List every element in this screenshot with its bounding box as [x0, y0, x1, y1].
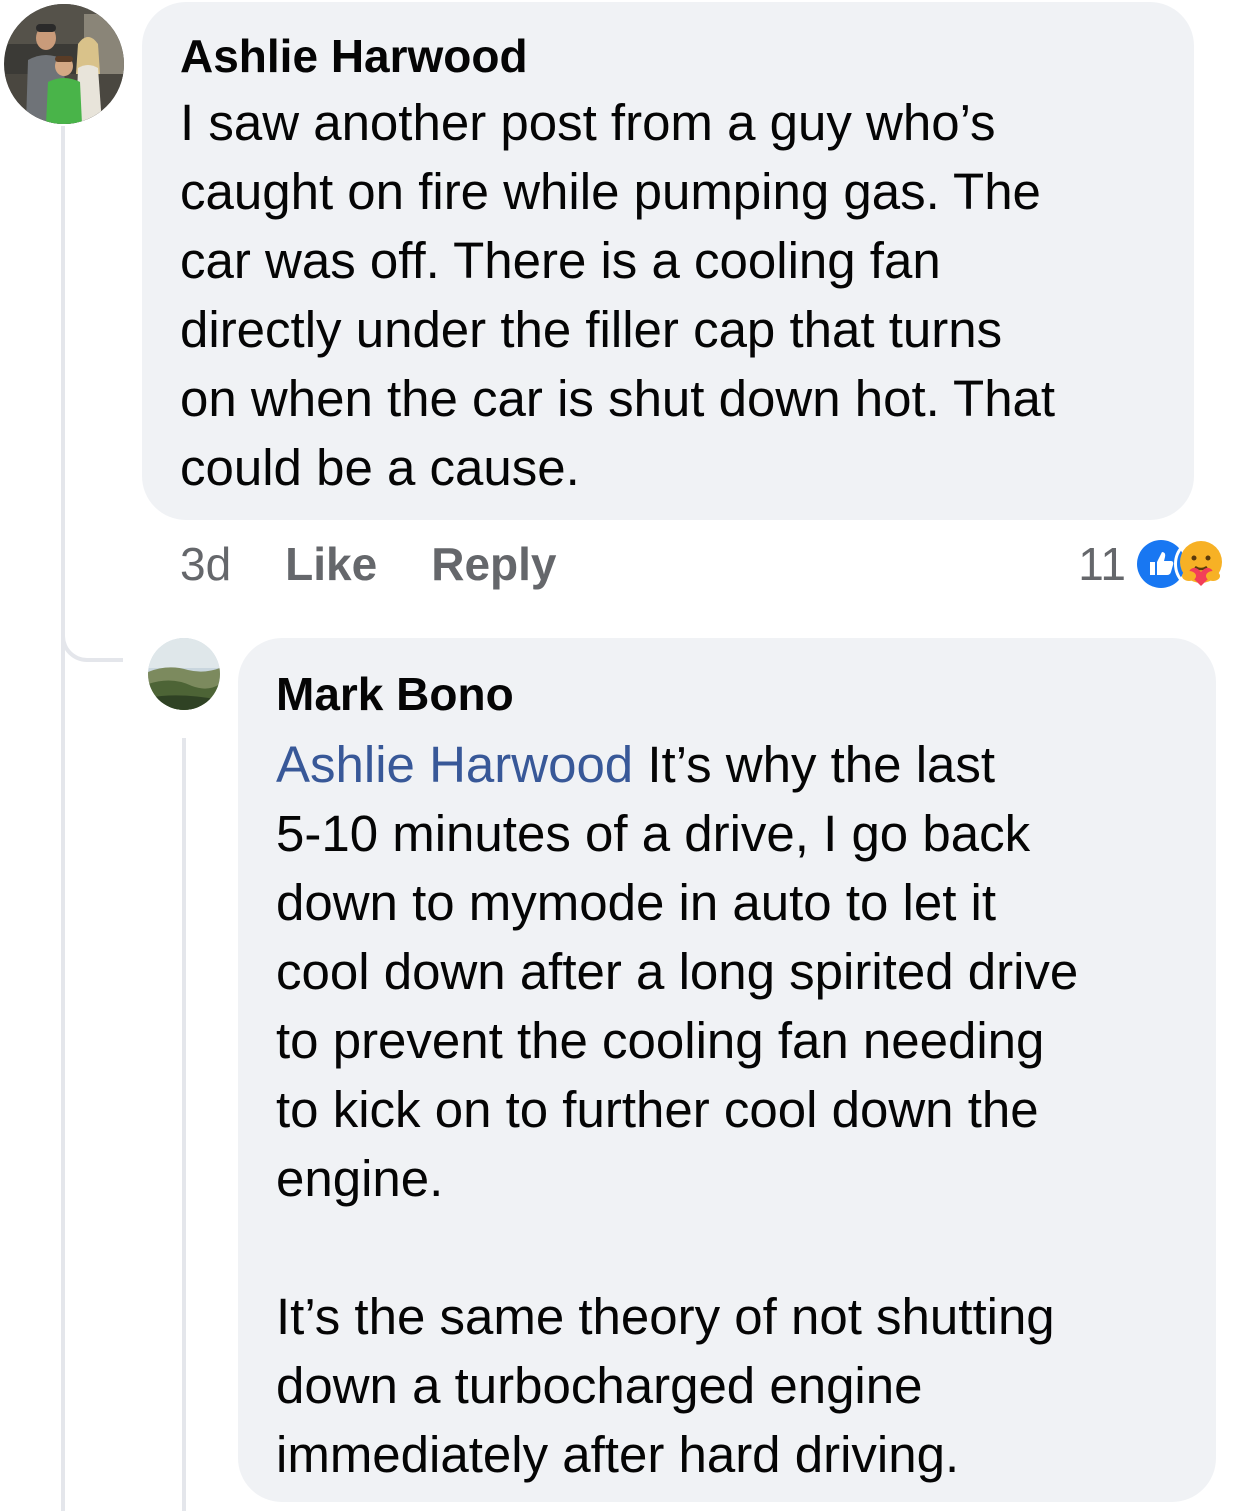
reply-bubble: Mark Bono Ashlie Harwood It’s why the la…: [238, 638, 1216, 1502]
comment-text: I saw another post from a guy who’s caug…: [180, 94, 1056, 496]
reply-text: Ashlie Harwood It’s why the last 5-10 mi…: [276, 730, 1186, 1489]
reaction-count: 11: [1078, 538, 1126, 590]
landscape-photo-avatar: [148, 638, 220, 710]
comment-author[interactable]: Ashlie Harwood: [180, 28, 1164, 84]
reply-button[interactable]: Reply: [431, 537, 556, 591]
thread-line: [61, 126, 65, 1511]
reply-body: It’s why the last 5-10 minutes of a driv…: [276, 736, 1079, 1483]
family-photo-avatar: [4, 4, 124, 124]
reaction-summary[interactable]: 11: [1078, 532, 1228, 596]
reply-thread-line: [182, 738, 186, 1511]
avatar[interactable]: [4, 4, 124, 124]
mention-link[interactable]: Ashlie Harwood: [276, 736, 633, 793]
avatar[interactable]: [148, 638, 220, 710]
thread-connector: [61, 600, 123, 662]
comment-actions: 3d Like Reply: [180, 532, 610, 596]
comment-timestamp[interactable]: 3d: [180, 537, 231, 591]
care-icon: [1174, 537, 1228, 591]
comment-bubble: Ashlie Harwood I saw another post from a…: [142, 2, 1194, 520]
like-button[interactable]: Like: [285, 537, 377, 591]
reply-author[interactable]: Mark Bono: [276, 666, 1186, 722]
